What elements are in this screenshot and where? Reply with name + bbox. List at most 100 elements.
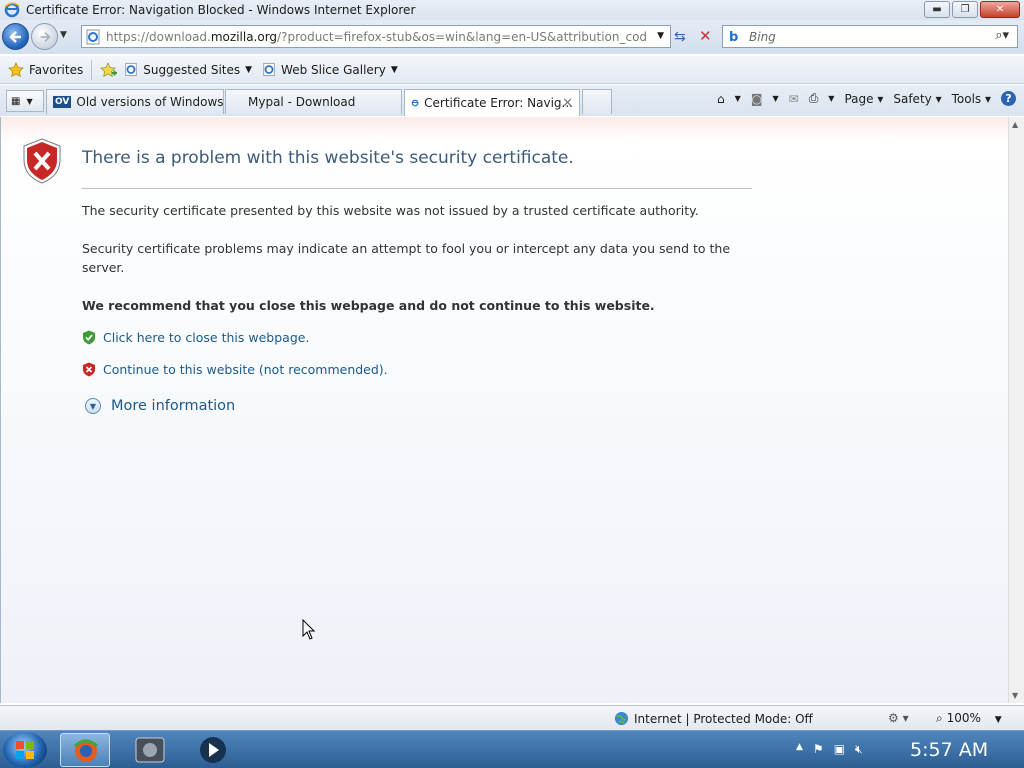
browser-window: Certificate Error: Navigation Blocked - … bbox=[0, 0, 1024, 768]
quick-tabs-grid-icon: ▦ bbox=[11, 95, 21, 107]
start-button[interactable] bbox=[3, 732, 47, 768]
ie-logo-icon bbox=[4, 2, 20, 18]
web-slice-gallery-button[interactable]: Web Slice Gallery ▼ bbox=[262, 62, 398, 77]
zoom-dropdown-icon[interactable]: ▼ bbox=[995, 715, 1002, 725]
media-center-icon bbox=[135, 737, 165, 763]
favorites-bar: Favorites Suggested Sites ▼ Web Slice Ga… bbox=[0, 56, 1024, 84]
feeds-dropdown-icon[interactable]: ▼ bbox=[772, 94, 778, 103]
zoom-level-button[interactable]: ⌕ 100% ▼ bbox=[936, 711, 1002, 726]
url-domain: mozilla.org bbox=[210, 29, 278, 44]
expand-chevron-icon: ▼ bbox=[85, 398, 101, 414]
status-bar: Internet | Protected Mode: Off ⚙ ▾ ⌕ 100… bbox=[0, 705, 1024, 730]
print-icon[interactable]: ⎙ bbox=[809, 91, 819, 106]
network-icon[interactable]: ▣ bbox=[834, 742, 845, 757]
taskbar-media-player-button[interactable] bbox=[188, 733, 238, 767]
play-icon bbox=[200, 737, 226, 763]
zone-text: Internet | Protected Mode: Off bbox=[634, 711, 813, 726]
add-to-favorites-bar-icon[interactable] bbox=[100, 61, 118, 78]
new-tab-button[interactable] bbox=[582, 89, 612, 114]
security-zone[interactable]: Internet | Protected Mode: Off bbox=[614, 711, 813, 726]
warning-paragraph: Security certificate problems may indica… bbox=[82, 241, 731, 275]
title-bar: Certificate Error: Navigation Blocked - … bbox=[0, 0, 1024, 20]
maximize-button[interactable]: ❐ bbox=[952, 1, 978, 18]
url-prefix: https://download. bbox=[106, 29, 211, 44]
page-menu-label: Page bbox=[844, 91, 874, 106]
help-icon[interactable]: ? bbox=[1001, 91, 1016, 106]
error-shield-icon bbox=[23, 138, 61, 184]
ie-page-icon bbox=[263, 62, 275, 77]
ie-tab-icon bbox=[411, 99, 419, 107]
page-menu[interactable]: Page ▾ bbox=[844, 92, 883, 106]
address-bar[interactable]: https://download.mozilla.org/?product=fi… bbox=[81, 25, 671, 48]
chevron-down-icon: ▼ bbox=[245, 64, 253, 75]
tools-menu-label: Tools bbox=[951, 91, 982, 106]
tab-mypal[interactable]: Mypal - Download bbox=[225, 89, 402, 114]
volume-muted-icon[interactable]: 🔇︎ bbox=[855, 742, 863, 757]
close-tab-icon[interactable]: ✕ bbox=[562, 96, 573, 111]
continue-to-website-link[interactable]: Continue to this website (not recommende… bbox=[82, 362, 388, 377]
windows-logo-icon bbox=[16, 741, 34, 759]
tab-list-dropdown-icon[interactable]: ▼ bbox=[26, 97, 32, 106]
recent-pages-dropdown-icon[interactable]: ▼ bbox=[60, 30, 67, 40]
show-hidden-icons-icon[interactable]: ▲ bbox=[796, 742, 803, 757]
more-information-toggle[interactable]: ▼ More information bbox=[85, 398, 235, 414]
taskbar: ▲ ⚑ ▣ 🔇︎ 5:57 AM bbox=[0, 730, 1024, 768]
forward-arrow-icon bbox=[40, 31, 51, 42]
ov-site-icon: OV bbox=[53, 96, 72, 108]
tab-label: Old versions of Windows, ... bbox=[76, 95, 224, 109]
green-shield-check-icon bbox=[83, 330, 95, 345]
more-information-label: More information bbox=[111, 398, 236, 414]
scroll-down-icon[interactable]: ▼ bbox=[1012, 691, 1018, 700]
window-title: Certificate Error: Navigation Blocked - … bbox=[26, 3, 416, 17]
address-dropdown-icon[interactable]: ▼ bbox=[657, 31, 664, 41]
vertical-scrollbar[interactable]: ▲ ▼ bbox=[1008, 117, 1024, 703]
divider bbox=[82, 188, 752, 189]
home-dropdown-icon[interactable]: ▼ bbox=[735, 94, 741, 103]
refresh-icon[interactable]: ⇆ bbox=[674, 29, 686, 45]
tab-certificate-error[interactable]: Certificate Error: Navig... ✕ bbox=[404, 89, 580, 116]
command-bar: ⌂ ▼ ◙ ▼ ✉ ⎙ ▼ Page ▾ Safety ▾ Tools ▾ ? bbox=[717, 91, 1016, 106]
tools-menu[interactable]: Tools ▾ bbox=[952, 92, 991, 106]
back-arrow-icon bbox=[8, 30, 21, 43]
navigation-bar: ▼ https://download.mozilla.org/?product=… bbox=[0, 20, 1024, 54]
feeds-icon[interactable]: ◙ bbox=[751, 92, 763, 106]
close-link-text[interactable]: Click here to close this webpage. bbox=[103, 330, 309, 345]
ie-page-icon bbox=[125, 62, 137, 77]
page-icon bbox=[86, 29, 100, 44]
stop-icon[interactable]: ✕ bbox=[699, 27, 712, 45]
search-icon[interactable]: ⌕▾ bbox=[995, 28, 1009, 43]
protected-mode-settings-icon[interactable]: ⚙ ▾ bbox=[888, 711, 909, 725]
scroll-up-icon[interactable]: ▲ bbox=[1012, 120, 1018, 129]
search-box[interactable]: b Bing ⌕▾ bbox=[722, 25, 1018, 48]
tab-old-versions[interactable]: OV Old versions of Windows, ... bbox=[46, 89, 224, 114]
favorites-button[interactable]: Favorites bbox=[8, 61, 84, 78]
zoom-level-text: 100% bbox=[946, 711, 981, 725]
safety-menu[interactable]: Safety ▾ bbox=[893, 92, 941, 106]
favorites-label: Favorites bbox=[29, 62, 84, 77]
mouse-cursor-icon bbox=[302, 619, 316, 640]
close-webpage-link[interactable]: Click here to close this webpage. bbox=[82, 330, 309, 345]
description-paragraph: The security certificate presented by th… bbox=[82, 203, 699, 218]
home-icon[interactable]: ⌂ bbox=[717, 92, 725, 106]
separator bbox=[91, 59, 93, 80]
taskbar-ie-button[interactable] bbox=[60, 733, 110, 767]
tab-label: Mypal - Download bbox=[248, 95, 356, 109]
tab-bar: ▦ ▼ OV Old versions of Windows, ... Mypa… bbox=[0, 85, 1024, 116]
clock[interactable]: 5:57 AM bbox=[910, 739, 988, 761]
print-dropdown-icon[interactable]: ▼ bbox=[828, 94, 834, 103]
continue-link-text[interactable]: Continue to this website (not recommende… bbox=[103, 362, 388, 377]
tab-label: Certificate Error: Navig... bbox=[424, 96, 573, 110]
minimize-button[interactable]: ▬ bbox=[924, 1, 950, 18]
back-button[interactable] bbox=[2, 23, 29, 50]
close-window-button[interactable]: ✕ bbox=[980, 1, 1020, 18]
taskbar-explorer-button[interactable] bbox=[125, 733, 175, 767]
url-text[interactable]: https://download.mozilla.org/?product=fi… bbox=[106, 30, 646, 44]
quick-tabs-button[interactable]: ▦ ▼ bbox=[6, 90, 44, 112]
red-shield-x-icon bbox=[83, 362, 95, 377]
read-mail-icon[interactable]: ✉ bbox=[789, 92, 799, 106]
page-heading: There is a problem with this website's s… bbox=[82, 148, 574, 168]
search-placeholder: Bing bbox=[749, 29, 776, 44]
suggested-sites-button[interactable]: Suggested Sites ▼ bbox=[124, 62, 252, 77]
action-center-flag-icon[interactable]: ⚑ bbox=[813, 742, 824, 757]
forward-button[interactable] bbox=[31, 23, 58, 50]
